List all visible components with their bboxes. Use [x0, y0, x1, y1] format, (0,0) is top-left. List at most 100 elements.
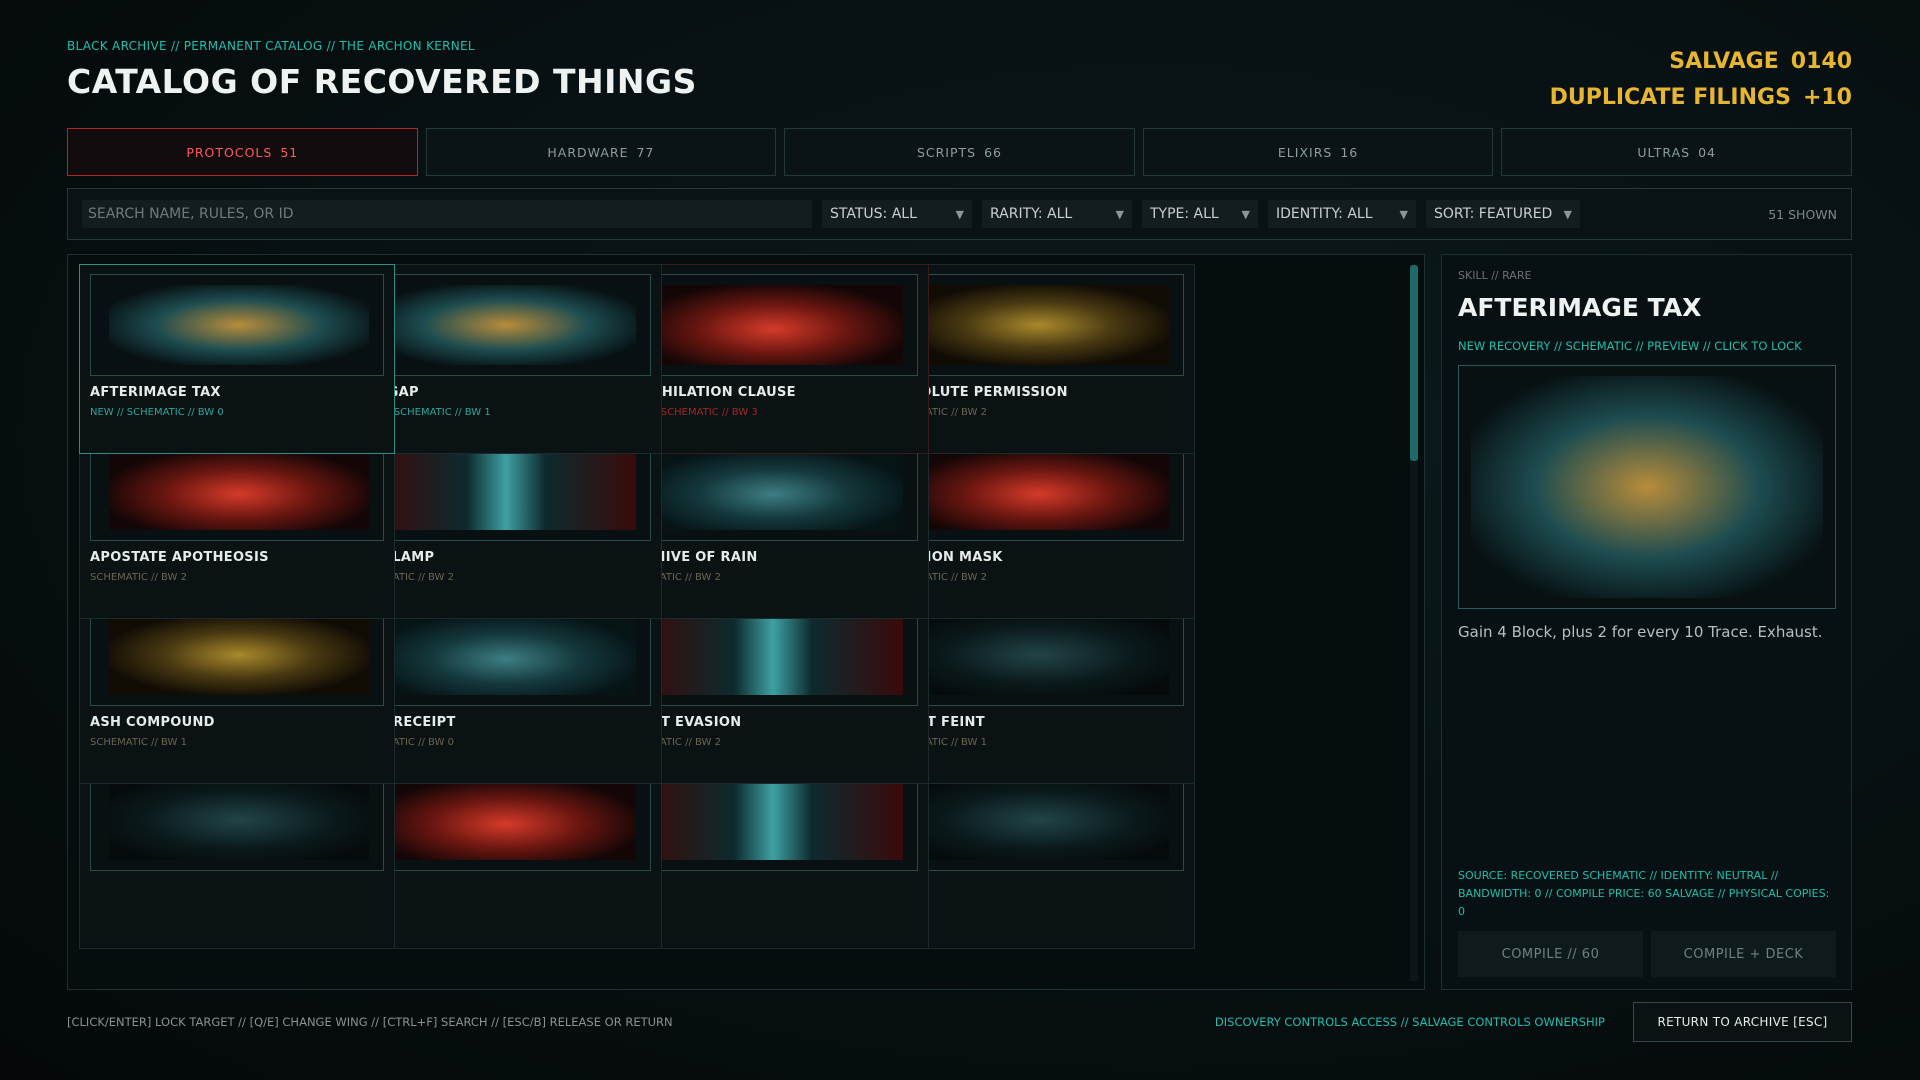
card-artwork: [890, 604, 1184, 706]
artwork-image: [376, 615, 636, 695]
artwork-image: [643, 615, 903, 695]
compile-button[interactable]: COMPILE // 60: [1458, 931, 1643, 977]
card-meta: SCHEMATIC // BW 2: [90, 572, 187, 583]
duplicate-filings-label: DUPLICATE FILINGS: [1549, 85, 1791, 110]
rarity-filter-select[interactable]: RARITY: ALL ▼: [982, 200, 1132, 228]
card-artwork: [624, 604, 918, 706]
artwork-image: [643, 780, 903, 860]
keybind-hints: [CLICK/ENTER] LOCK TARGET // [Q/E] CHANG…: [67, 1015, 673, 1029]
results-count: 51 SHOWN: [1768, 206, 1837, 222]
tab-label: ELIXIRS: [1277, 144, 1333, 160]
card-name: ASH COMPOUND: [90, 715, 215, 730]
card-artwork: [624, 274, 918, 376]
card-artwork: [890, 439, 1184, 541]
filter-bar: STATUS: ALL ▼ RARITY: ALL ▼ TYPE: ALL ▼ IDE…: [67, 188, 1852, 240]
chevron-down-icon: ▼: [1399, 207, 1408, 221]
card-meta: SCHEMATIC // BW 1: [90, 737, 187, 748]
card-artwork: [890, 769, 1184, 871]
catalog-card[interactable]: AFTERIMAGE TAX NEW // SCHEMATIC // BW 0: [79, 264, 395, 454]
tab-protocols[interactable]: PROTOCOLS 51: [67, 128, 418, 176]
detail-info: SOURCE: RECOVERED SCHEMATIC // IDENTITY:…: [1458, 869, 1830, 918]
tab-label: ULTRAS: [1637, 144, 1691, 160]
artwork-image: [1471, 376, 1823, 598]
sort-select[interactable]: SORT: FEATURED ▼: [1426, 200, 1580, 228]
artwork-image: [109, 615, 369, 695]
status-filter-select[interactable]: STATUS: ALL ▼: [822, 200, 972, 228]
chevron-down-icon: ▼: [1563, 207, 1572, 221]
detail-rules-text: Gain 4 Block, plus 2 for every 10 Trace.…: [1458, 623, 1823, 641]
catalog-card[interactable]: ASH COMPOUND SCHEMATIC // BW 1: [79, 594, 395, 784]
artwork-image: [909, 780, 1169, 860]
tab-count: 66: [984, 144, 1003, 160]
artwork-image: [643, 285, 903, 365]
card-meta: NEW // SCHEMATIC // BW 0: [90, 407, 224, 418]
salvage-value: 0140: [1790, 49, 1852, 74]
card-artwork: [624, 439, 918, 541]
salvage-label: SALVAGE: [1669, 49, 1779, 74]
artwork-image: [376, 285, 636, 365]
detail-kicker: SKILL // RARE: [1458, 269, 1532, 282]
card-artwork: [357, 274, 651, 376]
sort-value: SORT: FEATURED: [1434, 206, 1553, 222]
compile-deck-button[interactable]: COMPILE + DECK: [1651, 931, 1836, 977]
detail-panel: SKILL // RARE AFTERIMAGE TAX NEW RECOVER…: [1441, 254, 1852, 990]
artwork-image: [109, 285, 369, 365]
type-filter-value: TYPE: ALL: [1150, 206, 1219, 222]
artwork-image: [109, 450, 369, 530]
detail-actions: COMPILE // 60 COMPILE + DECK: [1458, 931, 1836, 977]
duplicate-filings-value: +10: [1802, 85, 1852, 110]
card-name: APOSTATE APOTHEOSIS: [90, 550, 269, 565]
chevron-down-icon: ▼: [1115, 207, 1124, 221]
tab-scripts[interactable]: SCRIPTS 66: [784, 128, 1135, 176]
return-to-archive-button[interactable]: RETURN TO ARCHIVE [ESC]: [1633, 1002, 1852, 1042]
card-name: AFTERIMAGE TAX: [90, 385, 221, 400]
rarity-filter-value: RARITY: ALL: [990, 206, 1073, 222]
detail-subtitle: NEW RECOVERY // SCHEMATIC // PREVIEW // …: [1458, 339, 1802, 353]
artwork-image: [109, 780, 369, 860]
salvage-readout: SALVAGE 0140: [1550, 44, 1852, 80]
tab-label: HARDWARE: [547, 144, 629, 160]
chevron-down-icon: ▼: [1241, 207, 1250, 221]
tab-count: 51: [280, 144, 299, 160]
artwork-image: [643, 450, 903, 530]
detail-title: AFTERIMAGE TAX: [1458, 293, 1702, 322]
footer-note: DISCOVERY CONTROLS ACCESS // SALVAGE CON…: [1214, 1015, 1605, 1029]
tab-elixirs[interactable]: ELIXIRS 16: [1142, 128, 1494, 176]
search-input[interactable]: [82, 200, 812, 228]
catalog-card[interactable]: [79, 759, 395, 949]
card-grid: AUDIT FEINT SCHEMATIC // BW 1 AUDIT EVASIO…: [67, 254, 1425, 990]
type-filter-select[interactable]: TYPE: ALL ▼: [1142, 200, 1258, 228]
catalog-card[interactable]: APOSTATE APOTHEOSIS SCHEMATIC // BW 2: [79, 429, 395, 619]
chevron-down-icon: ▼: [955, 207, 964, 221]
artwork-image: [376, 780, 636, 860]
status-filter-value: STATUS: ALL: [830, 206, 917, 222]
tab-count: 04: [1698, 144, 1716, 160]
category-tabs: PROTOCOLS 51 HARDWARE 77 SCRIPTS 66 ELIXIRS…: [67, 128, 1852, 176]
currency-panel: SALVAGE 0140 DUPLICATE FILINGS +10: [1550, 44, 1852, 116]
card-artwork: [90, 274, 384, 376]
identity-filter-value: IDENTITY: ALL: [1276, 206, 1373, 222]
detail-artwork: [1458, 365, 1836, 609]
scrollbar-thumb[interactable]: [1410, 265, 1418, 461]
duplicate-filings-readout: DUPLICATE FILINGS +10: [1550, 80, 1852, 116]
card-artwork: [357, 769, 651, 871]
tab-label: PROTOCOLS: [186, 144, 273, 160]
catalog-screen: BLACK ARCHIVE // PERMANENT CATALOG // TH…: [67, 0, 1852, 1080]
artwork-image: [909, 450, 1169, 530]
breadcrumb: BLACK ARCHIVE // PERMANENT CATALOG // TH…: [67, 39, 475, 53]
card-artwork: [624, 769, 918, 871]
card-artwork: [357, 604, 651, 706]
tab-label: SCRIPTS: [916, 144, 977, 160]
tab-count: 16: [1340, 144, 1359, 160]
tab-hardware[interactable]: HARDWARE 77: [425, 128, 777, 176]
page-title: CATALOG OF RECOVERED THINGS: [67, 62, 697, 101]
card-artwork: [90, 604, 384, 706]
artwork-image: [909, 615, 1169, 695]
grid-scrollbar[interactable]: [1410, 265, 1418, 981]
identity-filter-select[interactable]: IDENTITY: ALL ▼: [1268, 200, 1416, 228]
artwork-image: [376, 450, 636, 530]
artwork-image: [909, 285, 1169, 365]
card-artwork: [890, 274, 1184, 376]
tab-ultras[interactable]: ULTRAS 04: [1501, 128, 1852, 176]
card-artwork: [357, 439, 651, 541]
